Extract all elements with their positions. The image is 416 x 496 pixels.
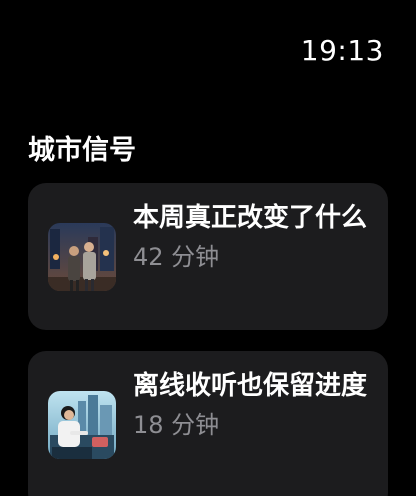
watch-screen: 19:13 城市信号 本周真正改变了什么 42 分钟 离线收听也保留进度 18 … [0,0,416,496]
episode-title: 离线收听也保留进度 [133,371,368,401]
episode-duration: 18 分钟 [133,411,220,439]
episode-card[interactable]: 本周真正改变了什么 42 分钟 [28,183,388,330]
episode-duration: 42 分钟 [133,243,220,271]
episode-card[interactable]: 离线收听也保留进度 18 分钟 [28,351,388,496]
couple-city-night-icon [48,223,116,291]
status-time: 19:13 [300,34,384,67]
episode-title: 本周真正改变了什么 [133,203,368,233]
section-title: 城市信号 [28,135,136,166]
episode-text: 离线收听也保留进度 18 分钟 [133,367,372,441]
episode-text: 本周真正改变了什么 42 分钟 [133,199,372,273]
person-city-view-icon [48,391,116,459]
